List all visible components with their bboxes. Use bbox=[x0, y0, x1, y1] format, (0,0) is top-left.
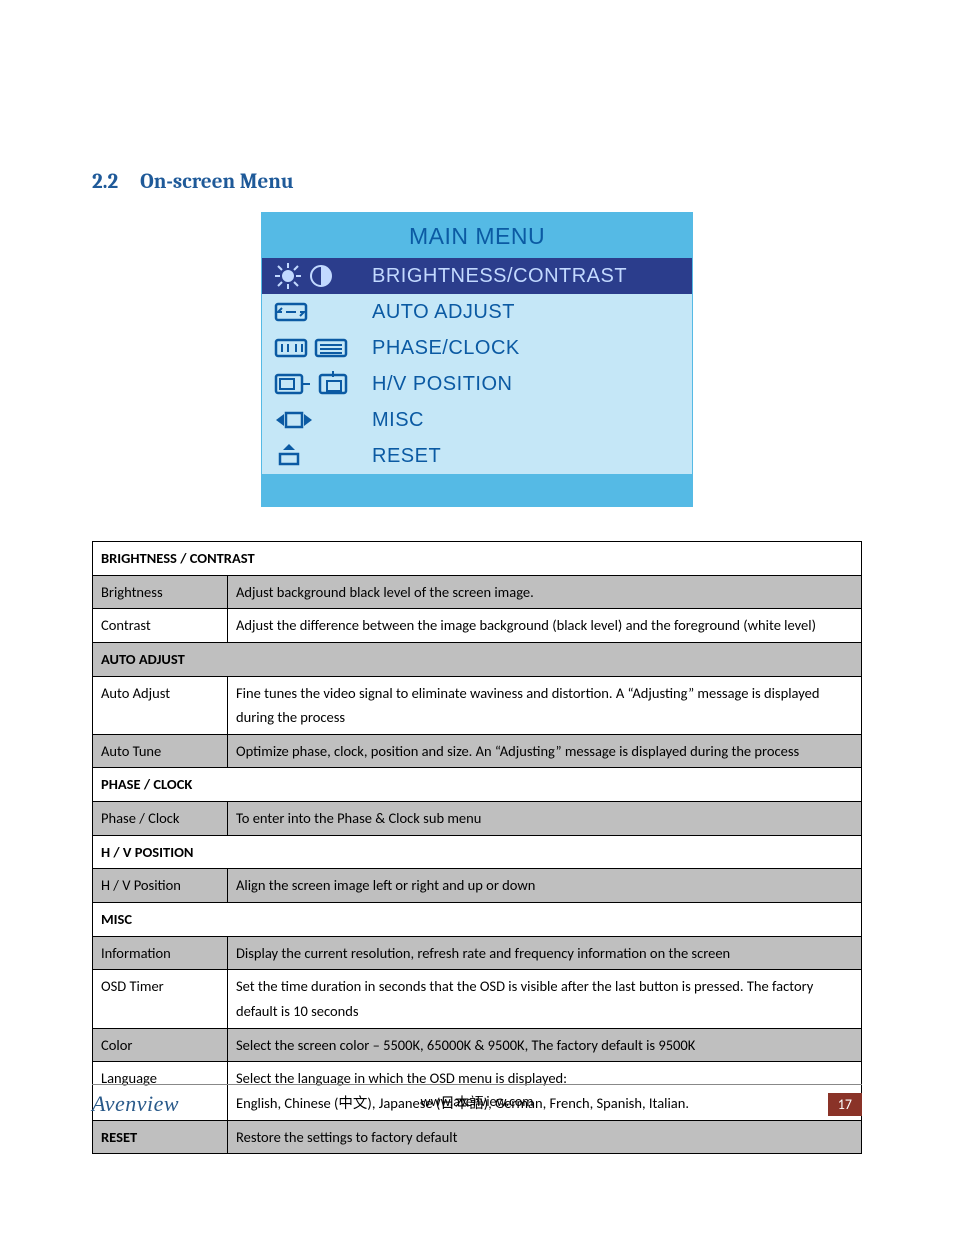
table-row: Auto AdjustFine tunes the video signal t… bbox=[93, 676, 862, 734]
phase-clock-icon bbox=[274, 336, 372, 360]
table-desc-cell: Set the time duration in seconds that th… bbox=[228, 970, 862, 1028]
table-row: ContrastAdjust the difference between th… bbox=[93, 609, 862, 643]
table-desc-cell: Optimize phase, clock, position and size… bbox=[228, 734, 862, 768]
document-page: 2.2 On-screen Menu MAIN MENU BRIGHTNESS/C… bbox=[0, 0, 954, 1235]
osd-item-hv-position: H/V POSITION bbox=[262, 366, 692, 402]
table-row: OSD TimerSet the time duration in second… bbox=[93, 970, 862, 1028]
table-row: H / V PositionAlign the screen image lef… bbox=[93, 869, 862, 903]
table-section-header: MISC bbox=[93, 903, 862, 937]
table-desc-cell: Align the screen image left or right and… bbox=[228, 869, 862, 903]
table-label-cell: Contrast bbox=[93, 609, 228, 643]
osd-item-label: AUTO ADJUST bbox=[372, 301, 515, 324]
table-row: InformationDisplay the current resolutio… bbox=[93, 936, 862, 970]
table-desc-cell: Display the current resolution, refresh … bbox=[228, 936, 862, 970]
table-row: Auto TuneOptimize phase, clock, position… bbox=[93, 734, 862, 768]
osd-item-brightness-contrast: BRIGHTNESS/CONTRAST bbox=[262, 258, 692, 294]
osd-item-label: PHASE/CLOCK bbox=[372, 337, 520, 360]
table-label-cell: Auto Tune bbox=[93, 734, 228, 768]
table-section-header: PHASE / CLOCK bbox=[93, 768, 862, 802]
brightness-contrast-icon bbox=[274, 262, 372, 290]
page-number: 17 bbox=[828, 1093, 862, 1116]
table-section-header: H / V POSITION bbox=[93, 835, 862, 869]
table-header-cell: PHASE / CLOCK bbox=[93, 768, 862, 802]
table-row: Phase / ClockTo enter into the Phase & C… bbox=[93, 802, 862, 836]
table-section-header: BRIGHTNESS / CONTRAST bbox=[93, 542, 862, 576]
table-header-cell: AUTO ADJUST bbox=[93, 642, 862, 676]
table-label-cell: Phase / Clock bbox=[93, 802, 228, 836]
table-desc-cell: Adjust the difference between the image … bbox=[228, 609, 862, 643]
osd-title: MAIN MENU bbox=[262, 213, 692, 258]
osd-main-menu: MAIN MENU BRIGHTNESS/CONTRAST AUTO ADJUS… bbox=[261, 212, 693, 507]
table-desc-cell: Select the screen color – 5500K, 65000K … bbox=[228, 1028, 862, 1062]
table-label-cell: Information bbox=[93, 936, 228, 970]
osd-item-phase-clock: PHASE/CLOCK bbox=[262, 330, 692, 366]
table-desc-cell: Adjust background black level of the scr… bbox=[228, 575, 862, 609]
osd-item-auto-adjust: AUTO ADJUST bbox=[262, 294, 692, 330]
osd-item-misc: MISC bbox=[262, 402, 692, 438]
table-label-cell: Auto Adjust bbox=[93, 676, 228, 734]
osd-item-label: MISC bbox=[372, 409, 424, 432]
table-section-header: RESETRestore the settings to factory def… bbox=[93, 1120, 862, 1154]
brand-logo: Avenview bbox=[92, 1091, 179, 1117]
table-desc-cell: Restore the settings to factory default bbox=[228, 1120, 862, 1154]
table-label-cell: H / V Position bbox=[93, 869, 228, 903]
osd-item-label: BRIGHTNESS/CONTRAST bbox=[372, 265, 627, 288]
reset-icon bbox=[274, 444, 372, 468]
table-header-cell: MISC bbox=[93, 903, 862, 937]
table-label-cell: Color bbox=[93, 1028, 228, 1062]
table-desc-cell: To enter into the Phase & Clock sub menu bbox=[228, 802, 862, 836]
osd-item-label: RESET bbox=[372, 445, 441, 468]
table-header-cell: RESET bbox=[93, 1120, 228, 1154]
table-header-cell: H / V POSITION bbox=[93, 835, 862, 869]
table-label-cell: OSD Timer bbox=[93, 970, 228, 1028]
page-footer: Avenview www.avenview.com 17 bbox=[92, 1084, 862, 1117]
section-number: 2.2 bbox=[92, 170, 118, 194]
table-section-header: AUTO ADJUST bbox=[93, 642, 862, 676]
auto-adjust-icon bbox=[274, 300, 372, 324]
section-title: On-screen Menu bbox=[140, 170, 294, 194]
osd-item-label: H/V POSITION bbox=[372, 373, 512, 396]
osd-item-reset: RESET bbox=[262, 438, 692, 474]
settings-table: BRIGHTNESS / CONTRASTBrightnessAdjust ba… bbox=[92, 541, 862, 1154]
table-label-cell: Brightness bbox=[93, 575, 228, 609]
table-header-cell: BRIGHTNESS / CONTRAST bbox=[93, 542, 862, 576]
misc-icon bbox=[274, 408, 372, 432]
table-row: BrightnessAdjust background black level … bbox=[93, 575, 862, 609]
hv-position-icon bbox=[274, 371, 372, 397]
table-desc-cell: Fine tunes the video signal to eliminate… bbox=[228, 676, 862, 734]
osd-footer-bar bbox=[262, 474, 692, 506]
section-heading: 2.2 On-screen Menu bbox=[92, 170, 862, 194]
footer-url: www.avenview.com bbox=[92, 1093, 862, 1110]
table-row: ColorSelect the screen color – 5500K, 65… bbox=[93, 1028, 862, 1062]
